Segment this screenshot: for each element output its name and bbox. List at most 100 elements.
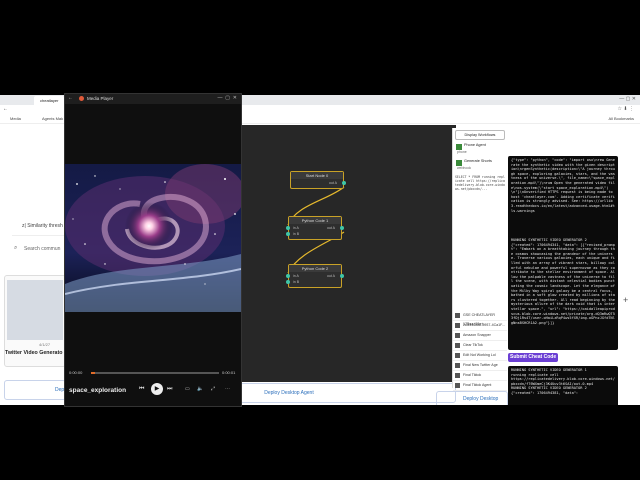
workflow-item[interactable]: 2A4446dd8 8937-4Ca1F... <box>453 321 507 331</box>
connector-lines <box>287 186 345 274</box>
window-controls[interactable]: — ▢ ✕ <box>619 96 636 102</box>
search-placeholder: Search commun <box>24 246 61 252</box>
all-bookmarks[interactable]: All Bookmarks <box>606 116 636 122</box>
workflow-sub: webhook <box>457 166 472 170</box>
player-titlebar: ← Media Player — ▢ ✕ <box>65 94 241 104</box>
workflow-item-label: Amazon Snapper <box>463 333 491 337</box>
code-output-2: RUNNING SYNTHETIC VIDEO GENERATOR 2 {"cr… <box>508 236 618 350</box>
community-card[interactable]: 4/1/27 Twitter Video Generato <box>4 275 66 367</box>
workflow-icon <box>455 343 460 348</box>
in-a-label: in A <box>293 226 299 230</box>
more-icon[interactable]: ⋯ <box>225 386 230 392</box>
workflow-item-label: 2A4446dd8 8937-4Ca1F... <box>463 323 505 327</box>
seek-progress <box>91 372 95 374</box>
volume-icon[interactable]: 🔈 <box>197 386 203 392</box>
fullscreen-icon[interactable]: ⤢ <box>211 386 215 392</box>
workflow-item-label: Clear TikTok <box>463 343 483 347</box>
canvas-deploy-button[interactable]: Deploy Desktop Agent <box>240 383 456 403</box>
search-icon: ⌕ <box>14 245 18 251</box>
community-search[interactable]: ⌕ Search commun <box>12 235 68 260</box>
canvas-deploy-label: Deploy Desktop Agent <box>264 390 314 396</box>
next-icon[interactable]: ⏭ <box>167 386 172 393</box>
out-port[interactable] <box>340 226 344 230</box>
node-title: Start Node 0 <box>291 172 343 179</box>
video-frame[interactable] <box>65 164 241 312</box>
workflow-item-label: Final Tiktok Agent <box>463 383 492 387</box>
workflow-log: SELECT * FROM running replicate cell htt… <box>455 175 505 191</box>
in-b-label: in B <box>293 280 300 284</box>
card-thumbnail <box>7 280 63 340</box>
out-port[interactable] <box>340 274 344 278</box>
workflow-icon <box>455 363 460 368</box>
in-a-port[interactable] <box>286 274 290 278</box>
display-workflows-button[interactable]: Display Workflows <box>455 130 505 140</box>
player-app-icon <box>79 96 84 101</box>
play-button[interactable]: ▶ <box>151 383 163 395</box>
submit-cheat-code-button[interactable]: Submit Cheat Code <box>508 353 559 362</box>
workflow-item-label: Edit Not Working Lol <box>463 353 496 357</box>
time-total: 0:00:01 <box>222 370 236 375</box>
workflow-title: Generate Shorts <box>464 159 492 163</box>
galaxy-image <box>65 164 241 312</box>
workflow-item[interactable]: Final New Twitter Age <box>453 361 507 371</box>
workflow-item[interactable]: Amazon Snapper <box>453 331 507 341</box>
workflow-icon <box>455 353 460 358</box>
workflow-item[interactable]: Edit Not Working Lol <box>453 351 507 361</box>
captions-icon[interactable]: ▭ <box>185 386 190 392</box>
workflow-sub: phone <box>457 150 467 154</box>
tab-title: cheatlayer <box>40 98 59 103</box>
in-a-port[interactable] <box>286 226 290 230</box>
start-node[interactable]: Start Node 0 out A <box>290 171 346 189</box>
node-title: Python Code 1 <box>289 217 341 224</box>
previous-icon[interactable]: ⏮ <box>139 386 144 393</box>
left-deploy-label: Dep <box>55 387 65 393</box>
in-a-label: in A <box>293 274 299 278</box>
out-label: out A <box>327 226 335 230</box>
back-icon[interactable]: ← <box>3 106 8 112</box>
in-b-label: in B <box>293 232 300 236</box>
workflow-item[interactable]: Final Tiktok Agent <box>453 381 507 391</box>
out-label: out A <box>329 181 337 185</box>
track-name: space_exploration <box>69 387 127 394</box>
seek-bar[interactable] <box>91 372 219 374</box>
toolbar-icons[interactable]: ☆ ⬇ ⋮ <box>618 106 634 112</box>
workflow-title: Phone Agent <box>464 143 486 147</box>
workflow-phone-agent[interactable]: Phone Agent phone <box>453 142 507 158</box>
node-title: Python Code 2 <box>289 265 341 272</box>
player-title: Media Player <box>87 96 114 101</box>
out-port[interactable] <box>342 181 346 185</box>
left-deploy-button[interactable]: Dep <box>4 380 66 400</box>
browser-tab[interactable]: cheatlayer <box>34 96 64 105</box>
workflow-canvas[interactable]: Start Node 0 out A Python Code 1 in A in… <box>238 125 456 382</box>
in-b-port[interactable] <box>286 280 290 284</box>
workflow-item[interactable]: Clear TikTok <box>453 341 507 351</box>
workflow-icon <box>455 313 460 318</box>
card-date: 4/1/27 <box>39 342 51 347</box>
in-b-port[interactable] <box>286 232 290 236</box>
out-label: out A <box>327 274 335 278</box>
time-current: 0:00:00 <box>69 370 83 375</box>
workflow-icon <box>455 333 460 338</box>
workflow-icon <box>455 323 460 328</box>
card-title: Twitter Video Generato <box>5 350 63 356</box>
workflow-item-label: Final New Twitter Age <box>463 363 498 367</box>
python-node-2[interactable]: Python Code 2 in A in B out A <box>286 264 344 288</box>
workflow-item[interactable]: GSE CHEATLAYER 17Bsa+99c+ ... <box>453 311 507 326</box>
python-node-1[interactable]: Python Code 1 in A in B out A <box>286 216 344 240</box>
workflow-item-label: Final Tiktok <box>463 373 482 377</box>
bookmark-agents[interactable]: Agents Mak <box>40 116 65 122</box>
wf-deploy-label: Deploy Desktop <box>463 396 499 402</box>
back-icon[interactable]: ← <box>68 95 73 101</box>
wf-deploy-button[interactable]: Deploy Desktop <box>436 391 508 405</box>
similarity-label: z| Similarity thresh <box>22 223 63 229</box>
workflow-icon <box>455 383 460 388</box>
workflow-icon <box>455 373 460 378</box>
code-output-3: RUNNING SYNTHETIC VIDEO GENERATOR 1 runn… <box>508 366 618 405</box>
bookmark-media[interactable]: Media <box>8 116 23 122</box>
window-controls[interactable]: — ▢ ✕ <box>218 95 237 101</box>
workflows-panel: Display Workflows Phone Agent phone Gene… <box>452 128 507 391</box>
workflow-generate-shorts[interactable]: Generate Shorts webhook <box>453 158 507 174</box>
plus-icon[interactable]: + <box>623 295 628 305</box>
media-player-window: ← Media Player — ▢ ✕ 0:00:00 0:00:01 spa… <box>64 93 242 407</box>
workflow-item[interactable]: Final Tiktok <box>453 371 507 381</box>
